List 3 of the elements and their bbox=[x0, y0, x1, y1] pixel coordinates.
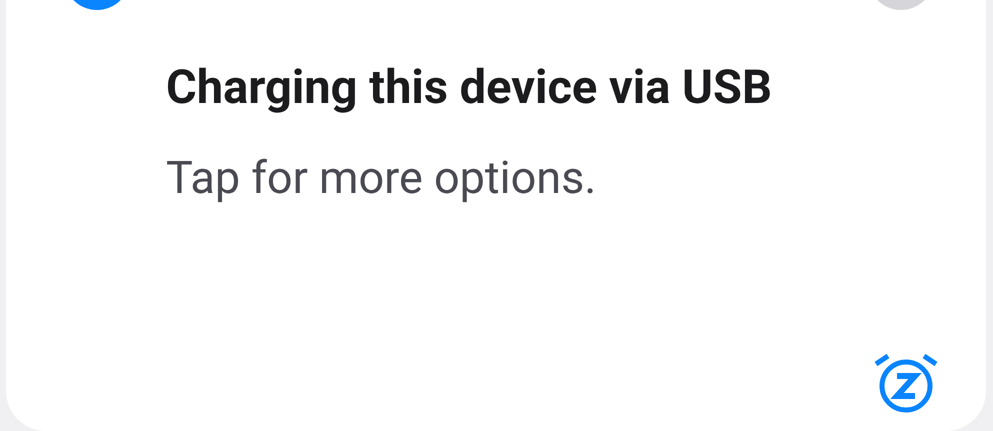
notification-text: Tap for more options. bbox=[166, 150, 598, 206]
notification-card[interactable]: Charging this device via USB Tap for more options. bbox=[6, 0, 986, 431]
notification-title: Charging this device via USB bbox=[166, 59, 773, 117]
